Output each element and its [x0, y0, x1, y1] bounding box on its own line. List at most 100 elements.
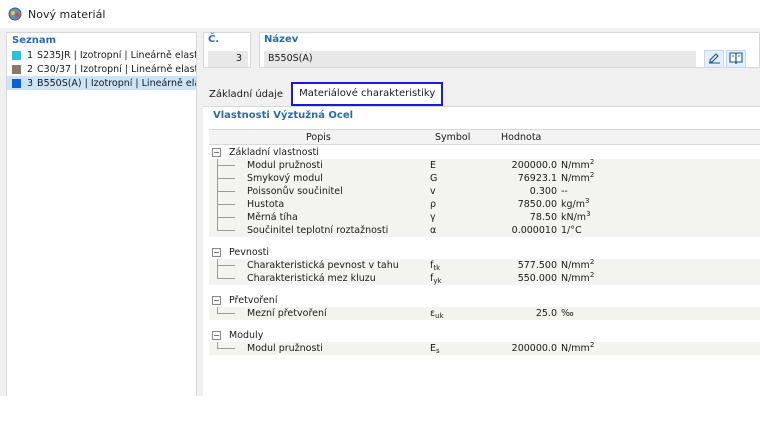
edit-name-button[interactable]: [704, 50, 724, 68]
property-description: Charakteristická pevnost v tahu: [247, 260, 399, 271]
property-description: Mezní přetvoření: [247, 308, 327, 319]
collapse-icon[interactable]: −: [212, 148, 221, 157]
property-value[interactable]: 76923.1: [482, 172, 557, 185]
edit-icon: [708, 51, 721, 67]
list-header: Seznam: [12, 35, 57, 46]
dialog-body: Seznam 1 S235JR | Izotropní | Lineárně e…: [0, 28, 760, 396]
property-unit: ‰: [561, 308, 574, 319]
property-row[interactable]: Měrná tíha γ 78.50 kN/m3: [209, 211, 760, 224]
property-value[interactable]: 7850.00: [482, 198, 557, 211]
window-title: Nový materiál: [28, 7, 106, 21]
property-row[interactable]: Mezní přetvoření εuk 25.0 ‰: [209, 307, 760, 320]
title-bar: Nový materiál: [0, 0, 760, 28]
property-value[interactable]: 0.300: [482, 185, 557, 198]
tree-connector: [217, 204, 235, 205]
property-symbol: G: [430, 173, 438, 184]
property-value[interactable]: 200000.0: [482, 342, 557, 355]
group-label: Pevnosti: [229, 247, 270, 258]
property-description: Modul pružnosti: [247, 343, 323, 354]
table-header: Popis Symbol Hodnota: [209, 129, 760, 145]
list-item-number: 3: [27, 77, 34, 89]
property-unit: N/mm2: [561, 271, 595, 285]
property-symbol: v: [430, 186, 436, 197]
property-value[interactable]: 25.0: [482, 307, 557, 320]
collapse-icon[interactable]: −: [212, 331, 221, 340]
book-icon: [729, 51, 743, 67]
property-value[interactable]: 200000.0: [482, 159, 557, 172]
group-row[interactable]: − Moduly: [209, 329, 760, 342]
name-label: Název: [264, 34, 299, 45]
list-item[interactable]: 1 S235JR | Izotropní | Lineárně elastick…: [7, 48, 196, 62]
property-row[interactable]: Charakteristická pevnost v tahu ftk 577.50…: [209, 259, 760, 272]
tree-connector: [217, 313, 235, 314]
collapse-icon[interactable]: −: [212, 248, 221, 257]
collapse-icon[interactable]: −: [212, 296, 221, 305]
group-row[interactable]: − Základní vlastnosti: [209, 146, 760, 159]
list-item-label: C30/37 | Izotropní | Lineárně elastický: [37, 63, 196, 75]
property-description: Charakteristická mez kluzu: [247, 273, 376, 284]
group-label: Moduly: [229, 330, 264, 341]
tab-basic-data[interactable]: Základní údaje: [203, 84, 289, 106]
property-symbol: ρ: [430, 199, 437, 210]
list-item-number: 1: [27, 49, 34, 61]
list-item[interactable]: 2 C30/37 | Izotropní | Lineárně elastick…: [7, 62, 196, 76]
library-button[interactable]: [726, 50, 746, 68]
property-symbol: fyk: [430, 273, 442, 285]
property-value[interactable]: 0.000010: [482, 224, 557, 237]
name-field-group: Název B550S(A): [259, 32, 760, 68]
tab-material-characteristics[interactable]: Materiálové charakteristiky: [291, 82, 444, 106]
number-field-group: Č. 3: [203, 32, 251, 68]
property-description: Součinitel teplotní roztažnosti: [247, 225, 389, 236]
column-symbol: Symbol: [435, 132, 471, 143]
tree-connector: [217, 278, 235, 279]
tree-connector: [217, 191, 235, 192]
properties-grid: − Základní vlastnosti Modul pružnosti E 2000…: [209, 146, 760, 355]
list-item-selected[interactable]: 3 B550S(A) | Izotropní | Lineárně elasti…: [7, 76, 196, 90]
tree-connector: [217, 217, 235, 218]
group-label: Základní vlastnosti: [229, 147, 319, 158]
property-description: Hustota: [247, 199, 285, 210]
tree-connector: [217, 348, 235, 349]
tree-connector: [217, 178, 235, 179]
property-row[interactable]: Charakteristická mez kluzu fyk 550.000 N/mm…: [209, 272, 760, 285]
number-field[interactable]: 3: [208, 51, 248, 67]
list-item-number: 2: [27, 63, 34, 75]
group-row[interactable]: − Přetvoření: [209, 294, 760, 307]
color-swatch: [12, 78, 21, 88]
color-swatch: [12, 50, 21, 60]
material-list: Seznam 1 S235JR | Izotropní | Lineárně e…: [6, 32, 197, 396]
property-description: Smykový modul: [247, 173, 323, 184]
list-item-label: S235JR | Izotropní | Lineárně elastický: [37, 49, 196, 61]
properties-title: Vlastnosti Výztužná Ocel: [213, 110, 354, 121]
property-unit: 1/°C: [561, 225, 582, 236]
column-value: Hodnota: [501, 132, 542, 143]
property-symbol: εuk: [430, 308, 444, 320]
property-row[interactable]: Smykový modul G 76923.1 N/mm2: [209, 172, 760, 185]
property-unit: kN/m3: [561, 210, 591, 224]
name-field[interactable]: B550S(A): [264, 51, 696, 67]
property-row[interactable]: Modul pružnosti Es 200000.0 N/mm2: [209, 342, 760, 355]
property-description: Měrná tíha: [247, 212, 298, 223]
detail-panel: Č. 3 Název B550S(A) Základní údaje Mater…: [203, 32, 760, 396]
property-symbol: γ: [430, 212, 436, 223]
property-symbol: E: [430, 160, 437, 171]
tree-connector: [217, 165, 235, 166]
property-description: Poissonův součinitel: [247, 186, 343, 197]
color-swatch: [12, 64, 21, 74]
property-value[interactable]: 577.500: [482, 259, 557, 272]
property-unit: N/mm2: [561, 341, 595, 355]
property-description: Modul pružnosti: [247, 160, 323, 171]
tree-connector: [217, 230, 235, 231]
property-value[interactable]: 550.000: [482, 272, 557, 285]
property-row[interactable]: Poissonův součinitel v 0.300 --: [209, 185, 760, 198]
group-row[interactable]: − Pevnosti: [209, 246, 760, 259]
property-row[interactable]: Součinitel teplotní roztažnosti α 0.000010…: [209, 224, 760, 237]
group-label: Přetvoření: [229, 295, 278, 306]
property-row[interactable]: Hustota ρ 7850.00 kg/m3: [209, 198, 760, 211]
property-unit: N/mm2: [561, 171, 595, 185]
property-value[interactable]: 78.50: [482, 211, 557, 224]
property-row[interactable]: Modul pružnosti E 200000.0 N/mm2: [209, 159, 760, 172]
